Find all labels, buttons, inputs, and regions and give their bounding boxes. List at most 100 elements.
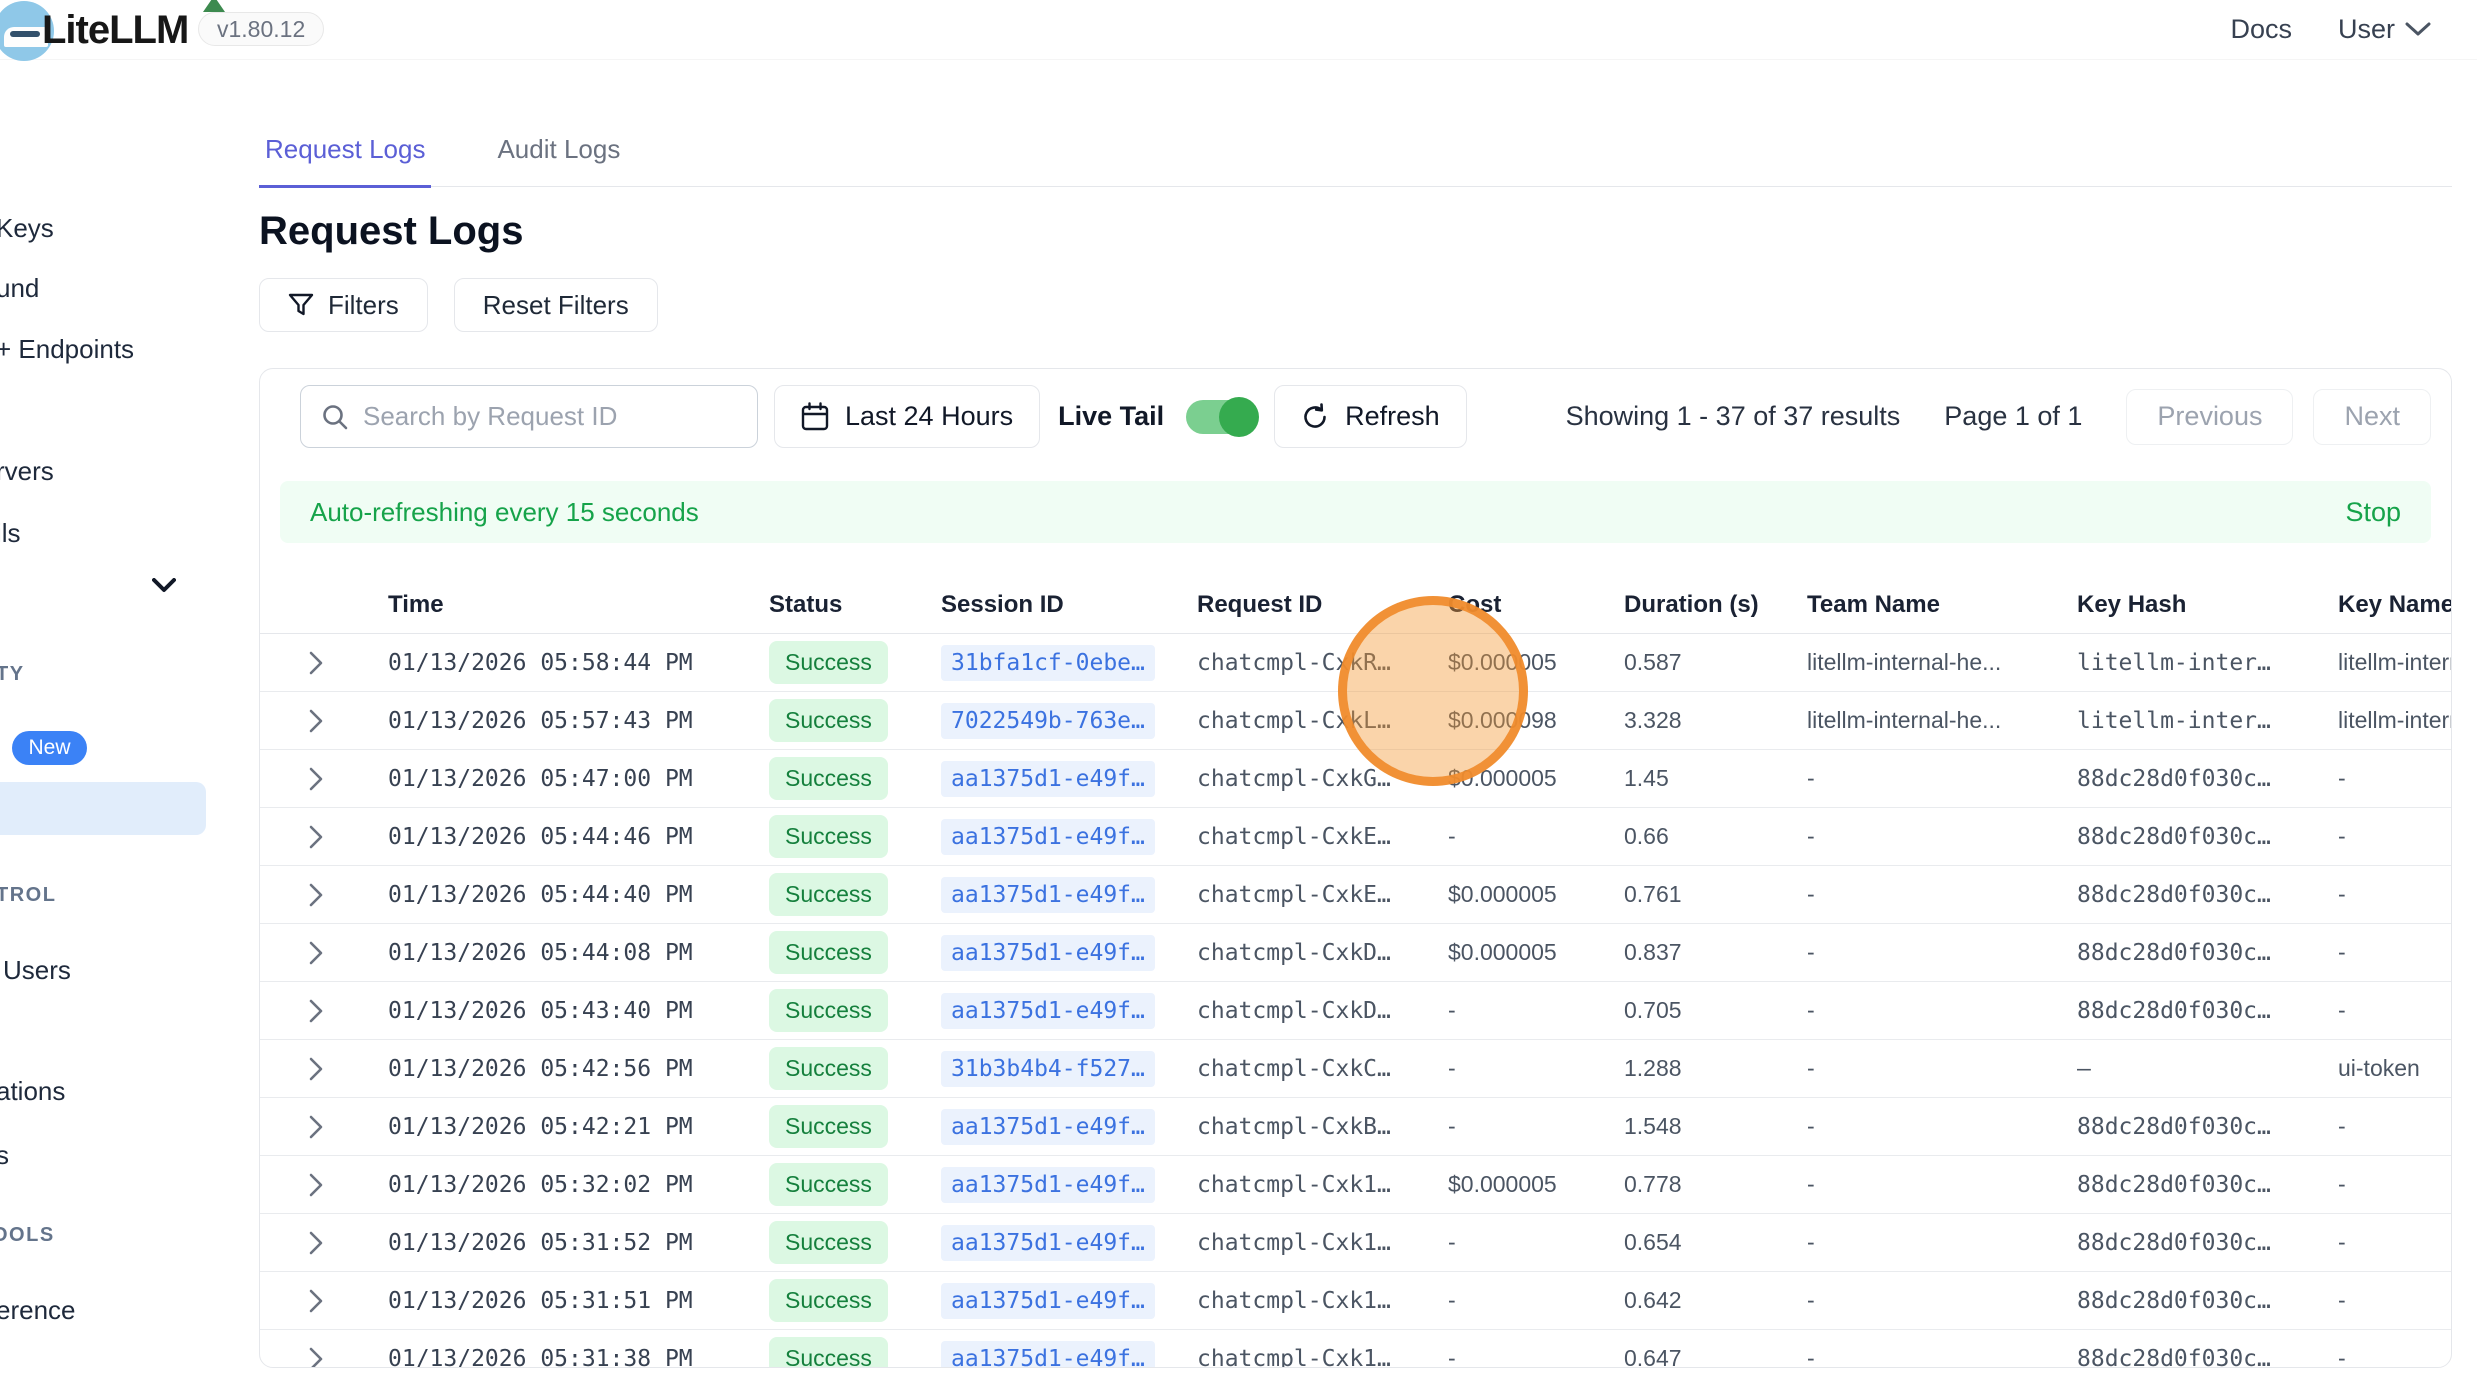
row-expand-chevron-icon[interactable]	[260, 1346, 360, 1369]
search-input[interactable]	[363, 401, 723, 432]
cell-time: 01/13/2026 05:31:52 PM	[360, 1230, 741, 1256]
table-row[interactable]: 01/13/2026 05:47:00 PM Success aa1375d1-…	[260, 750, 2451, 808]
row-expand-chevron-icon[interactable]	[260, 1114, 360, 1140]
sidebar-item-rvers[interactable]: rvers	[0, 456, 54, 487]
row-expand-chevron-icon[interactable]	[260, 1056, 360, 1082]
sidebar-new-badge: New	[12, 731, 87, 765]
table-row[interactable]: 01/13/2026 05:31:51 PM Success aa1375d1-…	[260, 1272, 2451, 1330]
table-row[interactable]: 01/13/2026 05:58:44 PM Success 31bfa1cf-…	[260, 634, 2451, 692]
sidebar-item-ations[interactable]: ations	[0, 1076, 65, 1107]
sidebar-item-endpoints[interactable]: + Endpoints	[0, 334, 134, 365]
status-badge: Success	[769, 1221, 888, 1264]
sidebar-item-s[interactable]: s	[0, 1140, 9, 1171]
cell-cost: $0.000005	[1420, 881, 1596, 908]
cell-time: 01/13/2026 05:31:38 PM	[360, 1346, 741, 1369]
table-row[interactable]: 01/13/2026 05:44:46 PM Success aa1375d1-…	[260, 808, 2451, 866]
refresh-button[interactable]: Refresh	[1274, 385, 1467, 448]
reset-filters-button[interactable]: Reset Filters	[454, 278, 658, 332]
live-tail-toggle[interactable]	[1186, 400, 1256, 434]
row-expand-chevron-icon[interactable]	[260, 708, 360, 734]
cell-request-id: chatcmpl-CxkR…	[1169, 650, 1420, 676]
cell-session-id: aa1375d1-e49f…	[913, 1167, 1169, 1203]
cell-cost: -	[1420, 1287, 1596, 1314]
auto-refresh-text: Auto-refreshing every 15 seconds	[310, 497, 699, 528]
calendar-icon	[801, 402, 829, 432]
session-id-link[interactable]: aa1375d1-e49f…	[941, 761, 1155, 797]
sidebar-item-ils[interactable]: ils	[0, 518, 21, 549]
cell-duration: 0.778	[1596, 1171, 1779, 1198]
table-row[interactable]: 01/13/2026 05:31:38 PM Success aa1375d1-…	[260, 1330, 2451, 1368]
cell-status: Success	[741, 989, 913, 1032]
cell-duration: 0.761	[1596, 881, 1779, 908]
session-id-link[interactable]: aa1375d1-e49f…	[941, 1109, 1155, 1145]
session-id-link[interactable]: 31b3b4b4-f527…	[941, 1051, 1155, 1087]
sidebar-item-users[interactable]: Users	[3, 955, 71, 986]
search-icon	[321, 403, 349, 431]
row-expand-chevron-icon[interactable]	[260, 1288, 360, 1314]
table-row[interactable]: 01/13/2026 05:43:40 PM Success aa1375d1-…	[260, 982, 2451, 1040]
session-id-link[interactable]: aa1375d1-e49f…	[941, 993, 1155, 1029]
row-expand-chevron-icon[interactable]	[260, 766, 360, 792]
filters-button[interactable]: Filters	[259, 278, 428, 332]
session-id-link[interactable]: aa1375d1-e49f…	[941, 1283, 1155, 1319]
sidebar-item-und[interactable]: und	[0, 273, 39, 304]
col-header-session-id: Session ID	[913, 591, 1169, 619]
cell-request-id: chatcmpl-CxkD…	[1169, 998, 1420, 1024]
row-expand-chevron-icon[interactable]	[260, 940, 360, 966]
table-header-row: Time Status Session ID Request ID Cost D…	[260, 576, 2451, 634]
table-row[interactable]: 01/13/2026 05:44:40 PM Success aa1375d1-…	[260, 866, 2451, 924]
user-menu[interactable]: User	[2338, 14, 2431, 45]
previous-page-button[interactable]: Previous	[2126, 389, 2293, 445]
sidebar-item-keys[interactable]: Keys	[0, 213, 54, 244]
status-badge: Success	[769, 1279, 888, 1322]
session-id-link[interactable]: aa1375d1-e49f…	[941, 877, 1155, 913]
cell-cost: -	[1420, 997, 1596, 1024]
cell-cost: -	[1420, 1055, 1596, 1082]
cell-session-id: 31b3b4b4-f527…	[913, 1051, 1169, 1087]
session-id-link[interactable]: aa1375d1-e49f…	[941, 819, 1155, 855]
col-header-request-id: Request ID	[1169, 591, 1420, 619]
cell-time: 01/13/2026 05:47:00 PM	[360, 766, 741, 792]
table-row[interactable]: 01/13/2026 05:44:08 PM Success aa1375d1-…	[260, 924, 2451, 982]
table-row[interactable]: 01/13/2026 05:31:52 PM Success aa1375d1-…	[260, 1214, 2451, 1272]
sidebar-selected-item[interactable]	[0, 782, 206, 835]
table-row[interactable]: 01/13/2026 05:57:43 PM Success 7022549b-…	[260, 692, 2451, 750]
row-expand-chevron-icon[interactable]	[260, 1230, 360, 1256]
row-expand-chevron-icon[interactable]	[260, 998, 360, 1024]
tab-bar: Request Logs Audit Logs	[259, 100, 2452, 187]
tab-request-logs[interactable]: Request Logs	[259, 134, 431, 188]
next-page-button[interactable]: Next	[2313, 389, 2431, 445]
stop-auto-refresh-link[interactable]: Stop	[2345, 497, 2401, 528]
search-box[interactable]	[300, 385, 758, 448]
session-id-link[interactable]: 31bfa1cf-0ebe…	[941, 645, 1155, 681]
cell-key-hash: 88dc28d0f030c…	[2049, 1172, 2310, 1198]
cell-key-hash: 88dc28d0f030c…	[2049, 824, 2310, 850]
table-row[interactable]: 01/13/2026 05:32:02 PM Success aa1375d1-…	[260, 1156, 2451, 1214]
status-badge: Success	[769, 873, 888, 916]
cell-status: Success	[741, 641, 913, 684]
session-id-link[interactable]: aa1375d1-e49f…	[941, 1341, 1155, 1369]
tab-audit-logs[interactable]: Audit Logs	[491, 134, 626, 186]
row-expand-chevron-icon[interactable]	[260, 650, 360, 676]
row-expand-chevron-icon[interactable]	[260, 882, 360, 908]
session-id-link[interactable]: aa1375d1-e49f…	[941, 1225, 1155, 1261]
sidebar-item-ools: OOLS	[0, 1224, 55, 1247]
session-id-link[interactable]: aa1375d1-e49f…	[941, 1167, 1155, 1203]
cell-team-name: -	[1779, 1345, 2049, 1368]
sidebar-chevron-down-icon[interactable]	[152, 578, 176, 593]
status-badge: Success	[769, 931, 888, 974]
cell-time: 01/13/2026 05:44:40 PM	[360, 882, 741, 908]
col-header-duration: Duration (s)	[1596, 591, 1779, 619]
funnel-icon	[288, 292, 314, 318]
table-row[interactable]: 01/13/2026 05:42:56 PM Success 31b3b4b4-…	[260, 1040, 2451, 1098]
docs-link[interactable]: Docs	[2230, 14, 2292, 45]
row-expand-chevron-icon[interactable]	[260, 824, 360, 850]
session-id-link[interactable]: 7022549b-763e…	[941, 703, 1155, 739]
table-row[interactable]: 01/13/2026 05:42:21 PM Success aa1375d1-…	[260, 1098, 2451, 1156]
row-expand-chevron-icon[interactable]	[260, 1172, 360, 1198]
cell-team-name: litellm-internal-he...	[1779, 649, 2049, 676]
time-range-button[interactable]: Last 24 Hours	[774, 385, 1040, 448]
sidebar-item-erence[interactable]: erence	[0, 1295, 76, 1326]
version-badge: v1.80.12	[198, 12, 324, 46]
session-id-link[interactable]: aa1375d1-e49f…	[941, 935, 1155, 971]
